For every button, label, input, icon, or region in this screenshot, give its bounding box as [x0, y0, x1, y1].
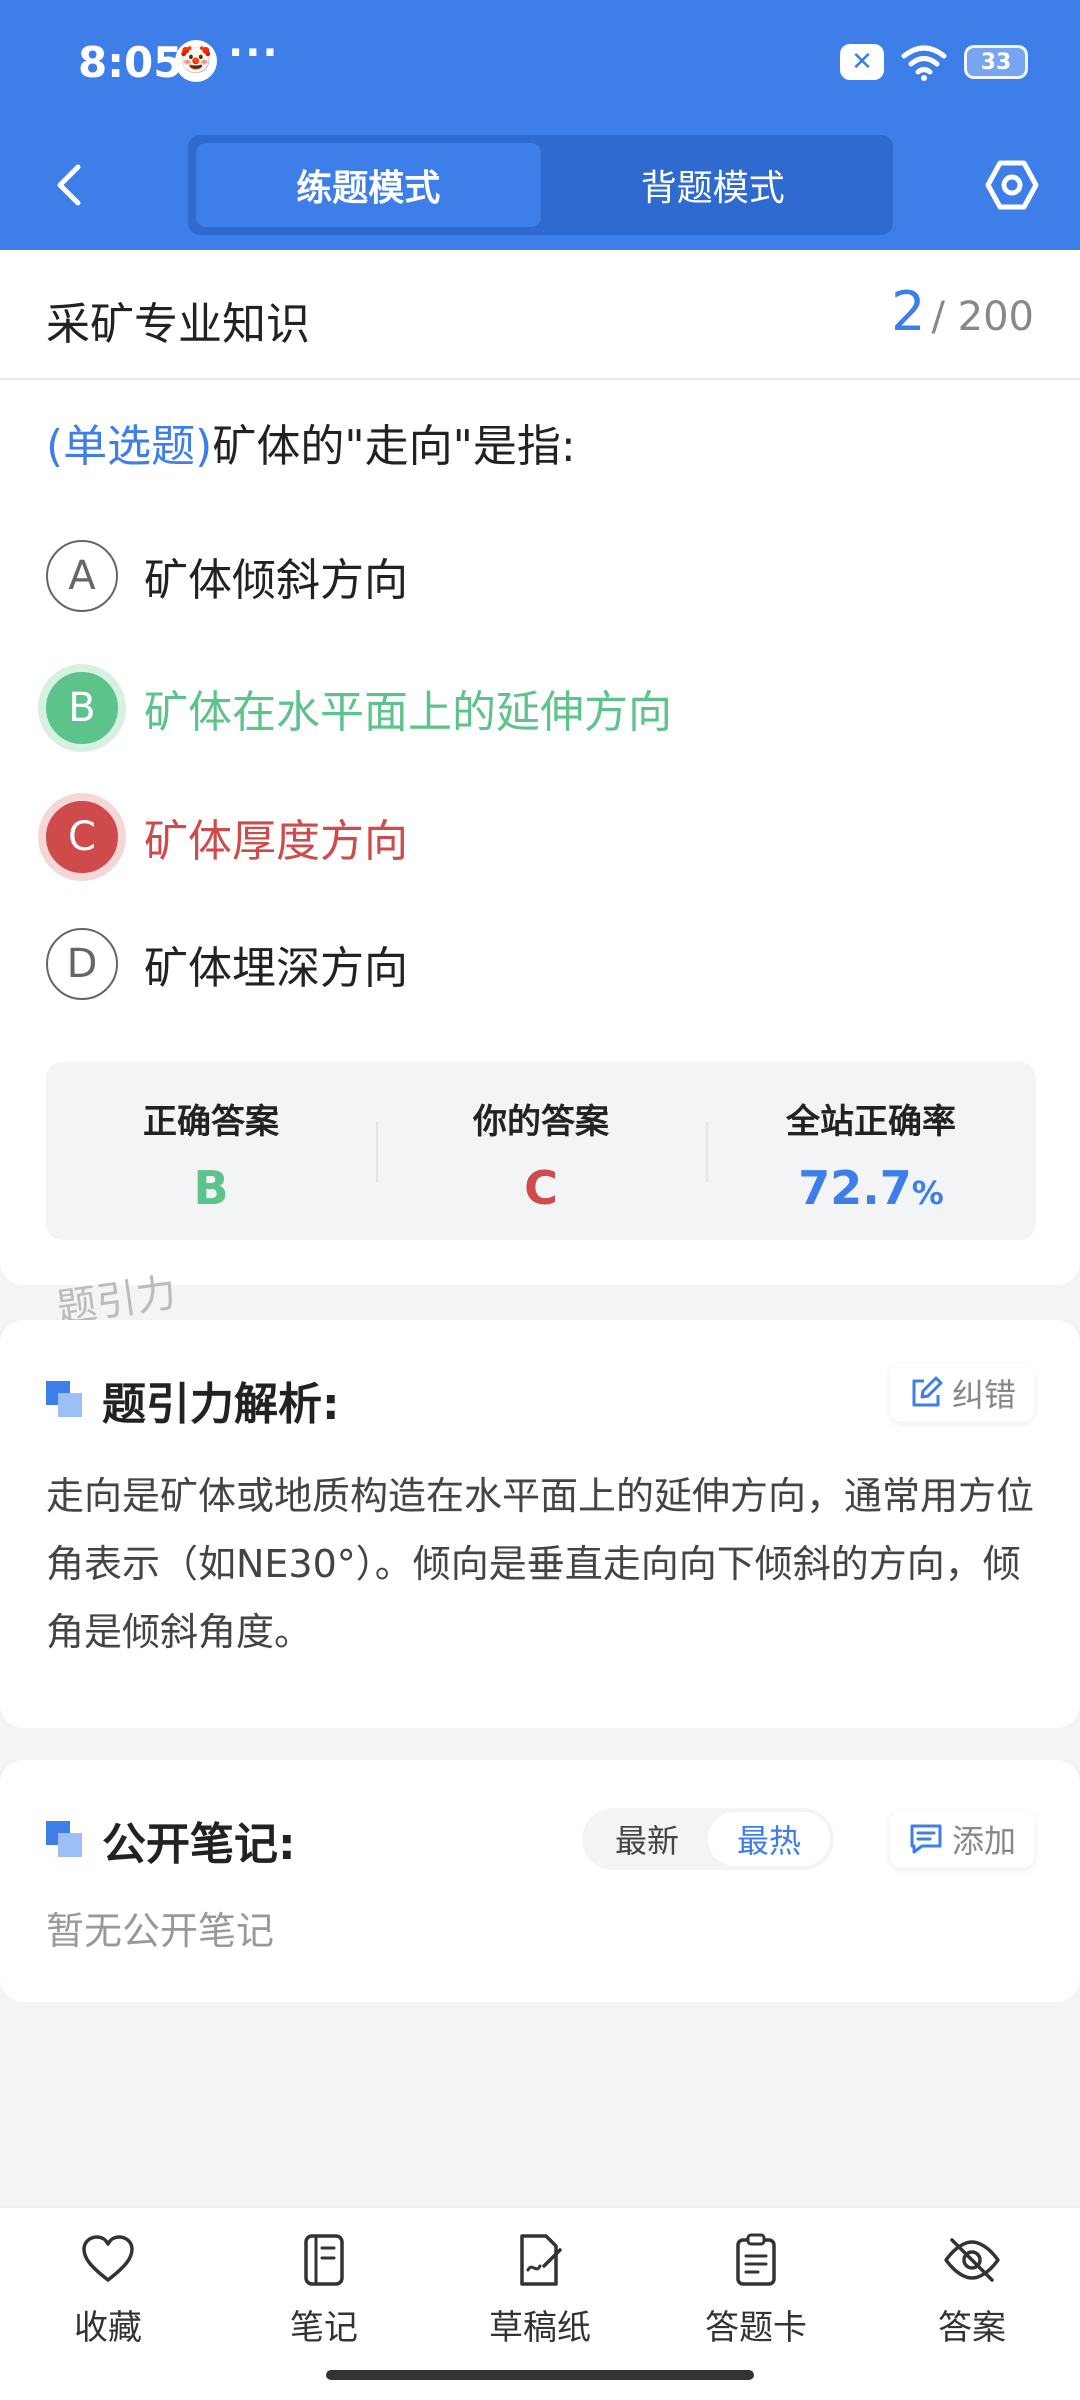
sort-latest[interactable]: 最新 [586, 1812, 708, 1866]
correct-answer-value: B [193, 1161, 229, 1215]
option-a[interactable]: A 矿体倾斜方向 [46, 540, 1046, 612]
accuracy-stat: 全站正确率 72.7% [706, 1062, 1036, 1240]
answer-sheet-label: 答题卡 [705, 2308, 807, 2348]
option-text: 矿体埋深方向 [144, 943, 408, 994]
home-indicator [326, 2370, 754, 2380]
option-text: 矿体倾斜方向 [144, 555, 408, 606]
current-question-number: 2 [891, 280, 926, 343]
report-error-button[interactable]: 纠错 [889, 1364, 1034, 1422]
accuracy-number: 72.7 [798, 1161, 912, 1215]
option-text: 矿体厚度方向 [144, 816, 408, 867]
subject-row: 采矿专业知识 2/ 200 [0, 250, 1080, 380]
accuracy-value: 72.7% [706, 1161, 1036, 1215]
option-letter: C [46, 801, 118, 873]
accuracy-unit: % [911, 1174, 944, 1212]
favorite-label: 收藏 [74, 2308, 142, 2348]
mode-switch: 练题模式 背题模式 [188, 135, 893, 235]
answer-sheet-icon [726, 2230, 786, 2290]
draft-paper-icon [510, 2230, 570, 2290]
section-squares-icon [46, 1381, 84, 1419]
your-answer-value: C [524, 1161, 558, 1215]
correct-answer-stat: 正确答案 B [46, 1062, 376, 1240]
total-questions: / 200 [931, 294, 1034, 340]
your-answer-stat: 你的答案 C [376, 1062, 706, 1240]
settings-button[interactable] [980, 153, 1044, 217]
notes-header: 公开笔记: [46, 1808, 296, 1872]
subject-title: 采矿专业知识 [46, 299, 310, 350]
status-more: ··· [228, 30, 280, 76]
app-header: 8:05 🤡 ··· ✕ 33 练题模式 背题模式 [0, 0, 1080, 250]
notes-card: 公开笔记: 最新 最热 添加 暂无公开笔记 [0, 1760, 1080, 2002]
question-counter: 2/ 200 [891, 280, 1034, 343]
status-time: 8:05 [78, 38, 183, 87]
option-b[interactable]: B 矿体在水平面上的延伸方向 [46, 672, 1046, 744]
analysis-card: 题引力解析: 纠错 走向是矿体或地质构造在水平面上的延伸方向，通常用方位角表示（… [0, 1320, 1080, 1728]
gear-icon [985, 160, 1039, 210]
question-stem: (单选题)矿体的"走向"是指: [46, 410, 576, 474]
option-c[interactable]: C 矿体厚度方向 [46, 801, 1046, 873]
eye-off-icon [942, 2230, 1002, 2290]
correct-answer-label: 正确答案 [143, 1102, 279, 1142]
status-right: ✕ 33 [840, 42, 1028, 82]
section-squares-icon [46, 1821, 84, 1859]
option-d[interactable]: D 矿体埋深方向 [46, 928, 1046, 1000]
answer-stats: 正确答案 B 你的答案 C 全站正确率 72.7% [46, 1062, 1036, 1240]
option-letter: D [46, 928, 118, 1000]
answer-toggle-label: 答案 [938, 2308, 1006, 2348]
option-letter: B [46, 672, 118, 744]
battery-icon: 33 [964, 45, 1028, 79]
analysis-header: 题引力解析: [46, 1368, 340, 1432]
edit-icon [912, 1376, 943, 1407]
your-answer-label: 你的答案 [473, 1102, 609, 1142]
question-text: 矿体的"走向"是指: [212, 421, 576, 472]
accuracy-label: 全站正确率 [786, 1102, 956, 1142]
option-text: 矿体在水平面上的延伸方向 [144, 687, 672, 738]
analysis-text: 走向是矿体或地质构造在水平面上的延伸方向，通常用方位角表示（如NE30°）。倾向… [46, 1474, 1035, 1654]
notes-sort-toggle: 最新 最热 [582, 1808, 834, 1870]
notebook-icon [294, 2230, 354, 2290]
comment-icon [910, 1824, 942, 1854]
draft-paper-label: 草稿纸 [489, 2308, 591, 2348]
add-note-button[interactable]: 添加 [889, 1810, 1034, 1868]
clown-app-icon: 🤡 [175, 40, 217, 82]
tab-practice-mode[interactable]: 练题模式 [196, 143, 541, 227]
sort-hottest[interactable]: 最热 [708, 1812, 830, 1866]
answer-toggle-button[interactable]: 答案 [864, 2208, 1080, 2400]
analysis-title: 题引力解析: [102, 1379, 340, 1430]
empty-notes-text: 暂无公开笔记 [46, 1909, 275, 1953]
favorite-button[interactable]: 收藏 [0, 2208, 216, 2400]
nav-bar: 练题模式 背题模式 [0, 125, 1080, 250]
notes-title: 公开笔记: [102, 1819, 296, 1870]
back-button[interactable] [40, 155, 100, 215]
option-letter: A [46, 540, 118, 612]
add-note-label: 添加 [951, 1822, 1016, 1860]
notes-label: 笔记 [290, 2308, 358, 2348]
status-bar: 8:05 🤡 ··· ✕ 33 [0, 0, 1080, 125]
tab-memorize-mode[interactable]: 背题模式 [541, 143, 886, 227]
question-card: 采矿专业知识 2/ 200 (单选题)矿体的"走向"是指: A 矿体倾斜方向 B… [0, 250, 1080, 1285]
wifi-icon [901, 45, 947, 81]
no-sim-icon: ✕ [840, 44, 884, 80]
question-type: (单选题) [46, 421, 213, 472]
chevron-left-icon [57, 164, 81, 206]
report-error-label: 纠错 [951, 1376, 1016, 1414]
heart-icon [78, 2230, 138, 2290]
